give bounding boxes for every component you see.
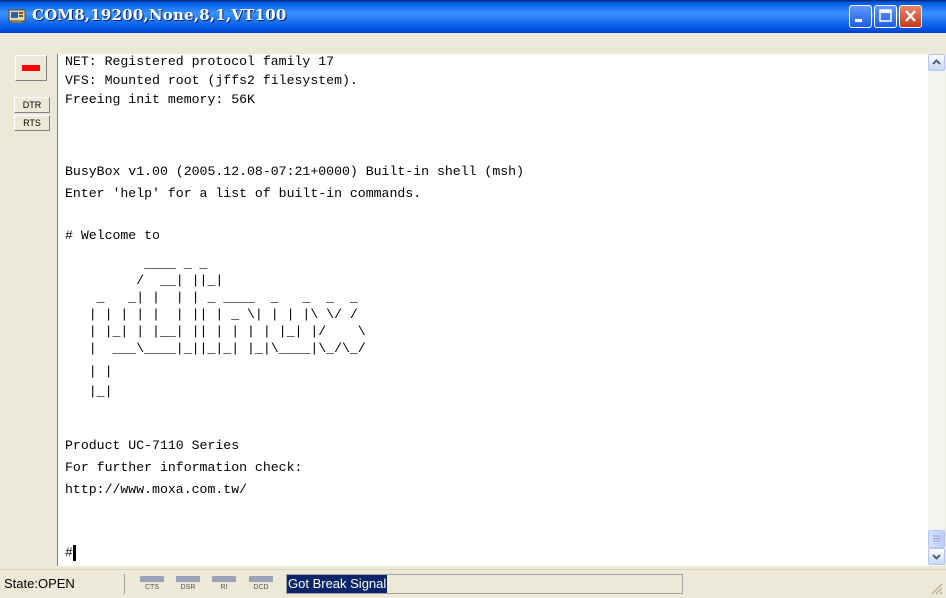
chevron-down-icon [932, 554, 941, 560]
cts-label: CTS [145, 584, 159, 591]
break-indicator-bar [22, 65, 40, 71]
chevron-up-icon [932, 59, 941, 65]
logo-ascii-line: | ___\____|_||_|_| |_|\____|\_/\_/ [65, 341, 366, 356]
scroll-up-button[interactable] [928, 54, 945, 71]
logo-ascii-line: / __| ||_| [65, 273, 224, 288]
grip-lines-icon [933, 535, 940, 542]
dcd-label: DCD [253, 584, 269, 591]
logo-ascii-line: _ _| | | | _ ____ _ _ _ _ [65, 290, 358, 305]
dcd-indicator: DCD [249, 576, 273, 593]
ri-label: RI [220, 584, 228, 591]
maximize-icon [879, 9, 892, 22]
status-message: Got Break Signal [287, 575, 388, 593]
app-icon[interactable] [8, 7, 26, 25]
scroll-down-button[interactable] [928, 548, 945, 565]
ri-indicator: RI [212, 576, 236, 593]
text-cursor [73, 545, 76, 561]
resize-grip-icon[interactable] [928, 580, 944, 596]
break-indicator-button[interactable] [15, 55, 47, 81]
title-bar[interactable]: COM8,19200,None,8,1,VT100 [0, 0, 946, 33]
status-message-panel: Got Break Signal [286, 574, 683, 594]
dtr-button[interactable]: DTR [14, 97, 50, 113]
dsr-indicator: DSR [176, 576, 200, 593]
cts-indicator: CTS [140, 576, 164, 593]
terminal-line: For further information check: [65, 460, 303, 475]
minimize-icon [855, 19, 862, 22]
logo-ascii-line: ____ _ _ [65, 256, 208, 271]
maximize-button[interactable] [874, 5, 897, 28]
connection-state: State:OPEN [3, 574, 125, 594]
status-bar: State:OPEN CTS DSR RI DCD Got Break Sign… [0, 569, 946, 598]
terminal-line: Freeing init memory: 56K [65, 92, 255, 107]
scroll-thumb[interactable] [928, 530, 945, 548]
terminal-line: # Welcome to [65, 228, 160, 243]
dsr-label: DSR [180, 584, 196, 591]
close-button[interactable] [899, 5, 922, 28]
logo-ascii-line: |_| [65, 384, 113, 399]
logo-ascii-line: | |_| | |__| || | | | | |_| |/ \ [65, 324, 366, 339]
terminal-output[interactable]: NET: Registered protocol family 17 VFS: … [57, 54, 929, 566]
logo-ascii-line: | | [65, 364, 113, 379]
close-icon [905, 10, 916, 22]
terminal-line: VFS: Mounted root (jffs2 filesystem). [65, 73, 358, 88]
vertical-scrollbar[interactable] [928, 54, 945, 566]
terminal-line: Enter 'help' for a list of built-in comm… [65, 186, 422, 201]
terminal-line: BusyBox v1.00 (2005.12.08-07:21+0000) Bu… [65, 164, 524, 179]
signal-panel [3, 33, 55, 569]
prompt-line: # [65, 545, 73, 560]
rts-button[interactable]: RTS [14, 115, 50, 131]
minimize-button[interactable] [849, 5, 872, 28]
terminal-line: Product UC-7110 Series [65, 438, 240, 453]
terminal-line: NET: Registered protocol family 17 [65, 54, 335, 69]
window-title: COM8,19200,None,8,1,VT100 [32, 6, 287, 24]
logo-ascii-line: | | | | | | || | _ \| | | |\ \/ / [65, 307, 358, 322]
terminal-window: COM8,19200,None,8,1,VT100 DTR RTS NET: R… [0, 0, 946, 598]
terminal-line: http://www.moxa.com.tw/ [65, 482, 248, 497]
